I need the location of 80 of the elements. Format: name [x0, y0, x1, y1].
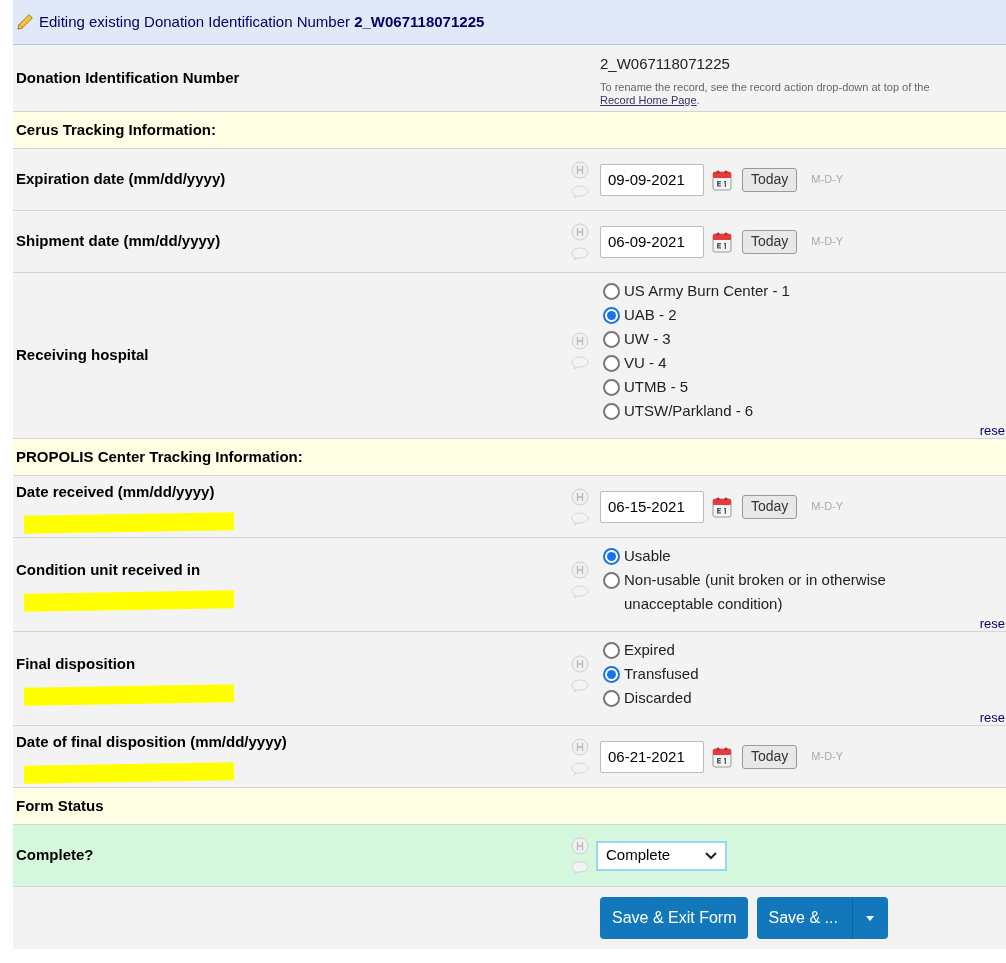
section-header: Cerus Tracking Information: [13, 112, 1006, 149]
field-label: Donation Identification Number [16, 67, 241, 88]
radio-option-label[interactable]: UAB - 2 [624, 303, 944, 327]
comment-icon[interactable] [571, 511, 589, 526]
field-label: Expiration date (mm/dd/yyyy) [16, 169, 227, 190]
save-exit-button[interactable]: Save & Exit Form [600, 897, 749, 939]
today-button[interactable]: Today [742, 494, 798, 519]
history-icon[interactable] [571, 737, 589, 756]
date-format-hint: M-D-Y [811, 172, 844, 188]
radio-button[interactable] [603, 379, 620, 396]
comment-icon[interactable] [571, 184, 589, 199]
field-label: Complete? [16, 845, 95, 866]
date-input[interactable]: 06-21-2021 [600, 740, 704, 773]
history-icon[interactable] [571, 561, 589, 579]
radio-button[interactable] [603, 403, 620, 420]
date-input[interactable]: 06-09-2021 [600, 225, 704, 258]
radio-button[interactable] [603, 283, 620, 300]
today-button[interactable]: Today [742, 744, 798, 769]
field-label: Final disposition [16, 654, 137, 675]
field-label: Receiving hospital [16, 345, 150, 366]
calendar-icon[interactable] [712, 230, 732, 253]
history-icon[interactable] [571, 836, 589, 855]
radio-option-label[interactable]: Discarded [624, 686, 944, 710]
radio-option-label[interactable]: UTSW/Parkland - 6 [624, 399, 944, 423]
field-label: Condition unit received in [16, 560, 202, 581]
radio-option-label[interactable]: UW - 3 [624, 327, 944, 351]
comment-icon[interactable] [571, 860, 589, 875]
section-header: Form Status [13, 788, 1006, 825]
comment-icon[interactable] [571, 679, 589, 693]
radio-button[interactable] [603, 572, 620, 589]
radio-option-label[interactable]: VU - 4 [624, 351, 944, 375]
calendar-icon[interactable] [712, 495, 732, 518]
comment-icon[interactable] [571, 246, 589, 261]
dropdown-toggle-button[interactable] [852, 897, 888, 939]
radio-button[interactable] [603, 331, 620, 348]
radio-option-label[interactable]: Transfused [624, 662, 944, 686]
history-icon[interactable] [571, 332, 589, 350]
caret-icon [866, 915, 875, 921]
radio-button[interactable] [603, 690, 620, 707]
reset-link[interactable]: rese [979, 616, 1006, 631]
pencil-icon [15, 12, 35, 32]
radio-button[interactable] [603, 307, 620, 324]
chevron-down-icon [705, 851, 717, 860]
radio-option-label[interactable]: US Army Burn Center - 1 [624, 279, 944, 303]
date-format-hint: M-D-Y [811, 234, 844, 250]
date-format-hint: M-D-Y [811, 749, 844, 765]
calendar-icon[interactable] [712, 168, 732, 191]
comment-icon[interactable] [571, 585, 589, 599]
today-button[interactable]: Today [742, 229, 798, 254]
date-input[interactable]: 09-09-2021 [600, 163, 704, 196]
radio-option-label[interactable]: Non-usable (unit broken or in otherwise unacceptable condition) [624, 568, 944, 616]
reset-link[interactable]: rese [979, 423, 1006, 438]
radio-option-label[interactable]: UTMB - 5 [624, 375, 944, 399]
history-icon[interactable] [571, 160, 589, 179]
radio-button[interactable] [603, 548, 620, 565]
comment-icon[interactable] [571, 356, 589, 370]
field-label: Shipment date (mm/dd/yyyy) [16, 231, 222, 252]
reset-link[interactable]: rese [979, 710, 1006, 725]
radio-button[interactable] [603, 355, 620, 372]
radio-option-label[interactable]: Usable [624, 544, 944, 568]
radio-button[interactable] [603, 642, 620, 659]
history-icon[interactable] [571, 487, 589, 506]
date-input[interactable]: 06-15-2021 [600, 490, 704, 523]
radio-option-label[interactable]: Expired [624, 638, 944, 662]
status-select[interactable]: Complete [596, 840, 727, 871]
field-label: Date of final disposition (mm/dd/yyyy) [16, 732, 288, 753]
rename-note: To rename the record, see the record action drop-down at top of the Record Home Page. [600, 80, 931, 107]
field-label: Date received (mm/dd/yyyy) [16, 482, 216, 503]
radio-button[interactable] [603, 666, 620, 683]
today-button[interactable]: Today [742, 167, 798, 192]
comment-icon[interactable] [571, 761, 589, 776]
record-home-page-link[interactable]: Record Home Page [600, 93, 697, 106]
page-title: Editing existing Donation Identification Number 2_W067118071225 [39, 11, 485, 32]
section-header: PROPOLIS Center Tracking Information: [13, 439, 1006, 476]
history-icon[interactable] [571, 222, 589, 241]
save-options-button[interactable]: Save & ... [757, 897, 853, 939]
record-id-value: 2_W067118071225 [600, 54, 731, 74]
calendar-icon[interactable] [712, 745, 732, 768]
date-format-hint: M-D-Y [811, 499, 844, 515]
history-icon[interactable] [571, 655, 589, 673]
